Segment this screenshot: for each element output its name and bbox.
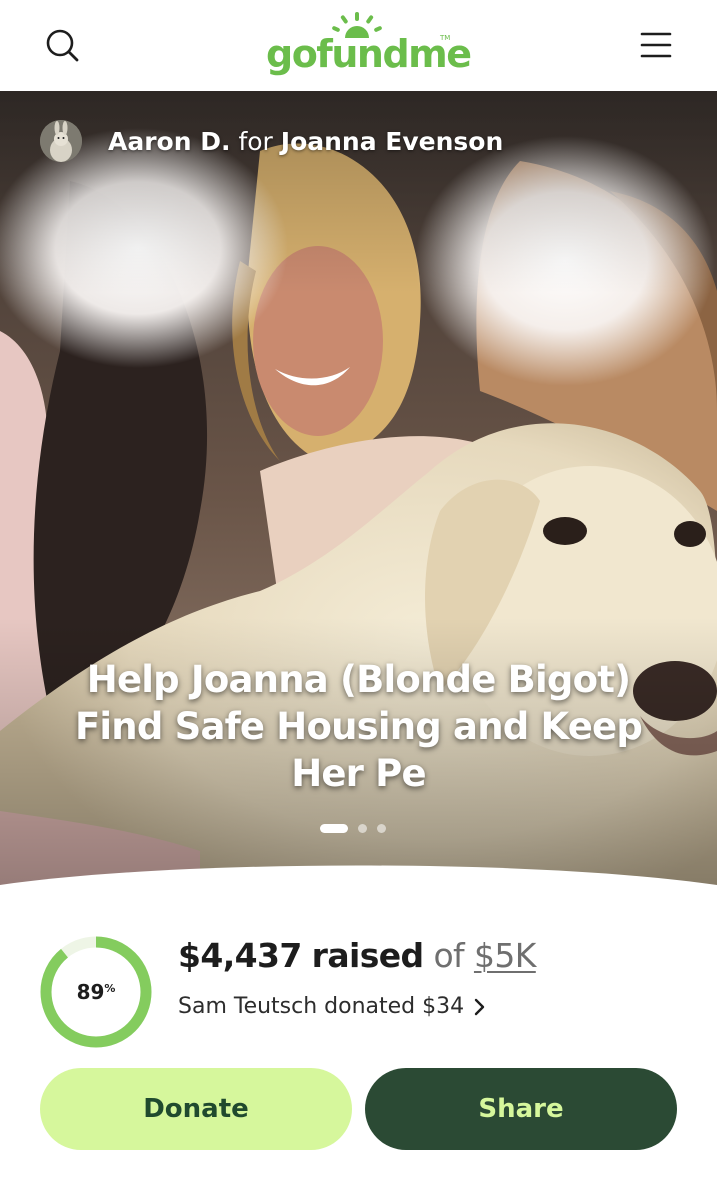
- search-icon[interactable]: [40, 24, 84, 68]
- gofundme-logo[interactable]: gofundme TM: [266, 12, 472, 78]
- carousel-dot[interactable]: [377, 823, 386, 833]
- organizer-line: Aaron D. for Joanna Evenson: [108, 127, 503, 156]
- amount-raised: $4,437 raised of $5K: [178, 936, 536, 975]
- raised-word: raised: [311, 936, 425, 975]
- organizer-name[interactable]: Aaron D.: [108, 127, 230, 156]
- campaign-hero-image[interactable]: Aaron D. for Joanna Evenson Help Joanna …: [0, 91, 717, 901]
- share-button-label: Share: [478, 1094, 564, 1124]
- logo-trademark: TM: [440, 34, 451, 42]
- recent-donation-link[interactable]: Sam Teutsch donated $34: [178, 994, 486, 1019]
- hero-bottom-curve: [0, 865, 717, 901]
- goal-amount-link[interactable]: $5K: [474, 936, 536, 975]
- share-button[interactable]: Share: [365, 1068, 677, 1150]
- hamburger-menu-icon[interactable]: [634, 24, 678, 68]
- recent-donation-text: Sam Teutsch donated $34: [178, 994, 465, 1019]
- carousel-dot-active[interactable]: [320, 823, 348, 833]
- organizer-info[interactable]: Aaron D. for Joanna Evenson: [40, 119, 503, 163]
- donate-button[interactable]: Donate: [40, 1068, 352, 1150]
- raised-amount: $4,437: [178, 936, 302, 975]
- carousel-dot[interactable]: [358, 823, 367, 833]
- for-word: for: [238, 126, 273, 156]
- chevron-right-icon: [474, 998, 485, 1015]
- of-word: of: [433, 936, 465, 975]
- progress-percent-sign: %: [104, 981, 116, 995]
- progress-percent: 89%: [40, 936, 152, 1048]
- carousel-indicator[interactable]: [320, 823, 386, 833]
- donate-button-label: Donate: [143, 1094, 249, 1124]
- campaign-title: Help Joanna (Blonde Bigot) Find Safe Hou…: [74, 658, 643, 795]
- beneficiary-name: Joanna Evenson: [280, 126, 504, 156]
- organizer-avatar[interactable]: [40, 120, 82, 162]
- progress-percent-value: 89: [76, 980, 105, 1004]
- top-nav-bar: gofundme TM: [0, 0, 717, 91]
